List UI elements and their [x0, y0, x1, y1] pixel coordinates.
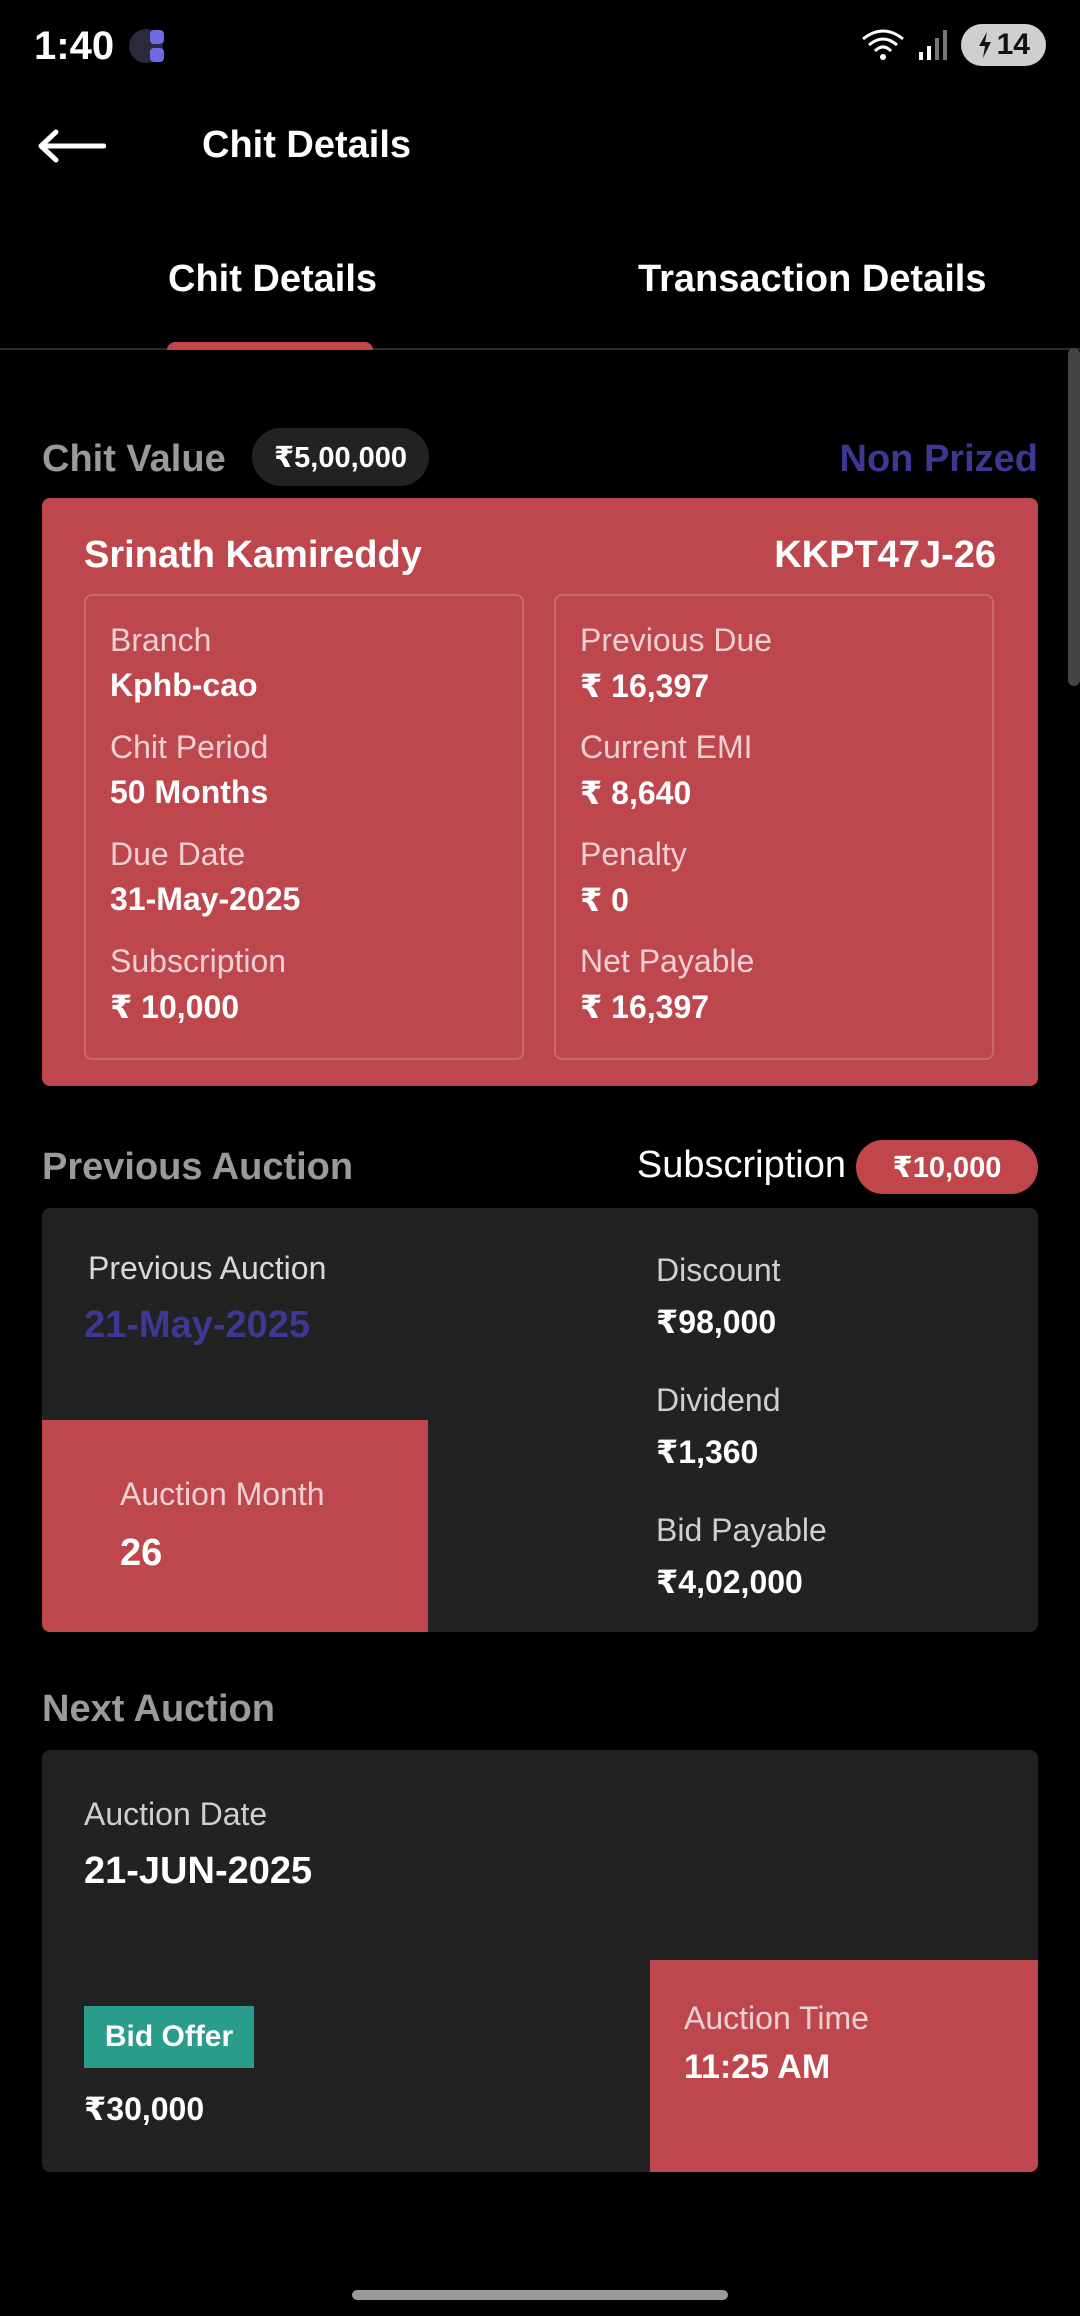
wifi-icon — [861, 29, 904, 60]
chit-info-box: Branch Kphb-cao Chit Period 50 Months Du… — [84, 594, 524, 1060]
previous-auction-date-label: Previous Auction — [88, 1250, 327, 1286]
auction-month-value: 26 — [120, 1532, 163, 1574]
chit-value-label: Chit Value — [42, 438, 226, 480]
page-title: Chit Details — [202, 124, 412, 166]
signal-icon — [918, 30, 947, 60]
bid-offer-badge[interactable]: Bid Offer — [84, 2006, 254, 2068]
auction-date-label: Auction Date — [84, 1796, 268, 1832]
auction-date: 21-JUN-2025 — [84, 1850, 313, 1892]
chit-value-badge: ₹5,00,000 — [252, 428, 430, 486]
field-label: Subscription — [110, 943, 287, 979]
field-value: ₹ 10,000 — [110, 989, 240, 1025]
field-label: Current EMI — [580, 729, 753, 765]
status-icons: 14 — [861, 24, 1046, 66]
field-label: Previous Due — [580, 622, 773, 658]
active-tab-indicator — [167, 342, 373, 350]
back-button[interactable] — [36, 118, 120, 174]
auction-month-block: Auction Month 26 — [42, 1420, 428, 1632]
auction-time-label: Auction Time — [684, 2000, 869, 2036]
tab-chit-details[interactable]: Chit Details — [168, 258, 377, 301]
subscription-field: Subscription ₹ 10,000 — [110, 943, 498, 1050]
branch-field: Branch Kphb-cao — [110, 622, 498, 729]
auction-amounts: Discount ₹98,000 Dividend ₹1,360 Bid Pay… — [656, 1252, 827, 1632]
field-label: Bid Payable — [656, 1512, 827, 1548]
net-payable-field: Net Payable ₹ 16,397 — [580, 943, 968, 1050]
due-date-field: Due Date 31-May-2025 — [110, 836, 498, 943]
app-bar: Chit Details — [0, 96, 1080, 196]
scrollbar[interactable] — [1068, 348, 1080, 686]
field-value: ₹ 16,397 — [580, 668, 710, 704]
tab-bar: Chit Details Transaction Details — [0, 230, 1080, 350]
field-label: Branch — [110, 622, 212, 658]
previous-auction-header: Previous Auction Subscription ₹10,000 — [42, 1140, 1038, 1200]
dividend-field: Dividend ₹1,360 — [656, 1382, 827, 1512]
chit-id: KKPT47J-26 — [774, 534, 996, 576]
app-notification-icon — [129, 29, 164, 63]
battery-indicator: 14 — [960, 24, 1046, 66]
field-label: Due Date — [110, 836, 246, 872]
charging-bolt-icon — [978, 32, 991, 58]
auction-time-block: Auction Time 11:25 AM — [650, 1960, 1038, 2172]
subscription-label: Subscription — [636, 1144, 846, 1186]
field-value: ₹1,360 — [656, 1434, 759, 1470]
field-value: 31-May-2025 — [110, 881, 301, 917]
tab-transaction-details[interactable]: Transaction Details — [638, 258, 986, 301]
field-label: Chit Period — [110, 729, 269, 765]
chit-period-field: Chit Period 50 Months — [110, 729, 498, 836]
field-label: Net Payable — [580, 943, 755, 979]
home-indicator[interactable] — [352, 2290, 728, 2300]
previous-auction-title: Previous Auction — [42, 1146, 354, 1188]
battery-level: 14 — [996, 28, 1030, 61]
discount-field: Discount ₹98,000 — [656, 1252, 827, 1382]
auction-month-label: Auction Month — [120, 1476, 325, 1512]
chit-value-header: Chit Value ₹5,00,000 Non Prized — [42, 428, 1038, 488]
field-value: ₹ 0 — [580, 882, 629, 918]
field-label: Penalty — [580, 836, 687, 872]
field-label: Discount — [656, 1252, 781, 1288]
status-bar: 1:40 14 — [0, 0, 1080, 96]
status-time: 1:40 — [34, 24, 115, 68]
field-label: Dividend — [656, 1382, 781, 1418]
field-value: Kphb-cao — [110, 667, 258, 703]
back-arrow-icon — [38, 129, 106, 163]
field-value: ₹ 8,640 — [580, 775, 692, 811]
subscription-badge: ₹10,000 — [856, 1140, 1038, 1194]
next-auction-title: Next Auction — [42, 1688, 275, 1730]
holder-name: Srinath Kamireddy — [84, 534, 422, 576]
payment-info-box: Previous Due ₹ 16,397 Current EMI ₹ 8,64… — [554, 594, 994, 1060]
field-value: ₹98,000 — [656, 1304, 777, 1340]
penalty-field: Penalty ₹ 0 — [580, 836, 968, 943]
auction-time-value: 11:25 AM — [684, 2048, 831, 2086]
chit-summary-card: Srinath Kamireddy KKPT47J-26 Branch Kphb… — [42, 498, 1038, 1086]
prize-status: Non Prized — [839, 438, 1038, 480]
previous-auction-date: 21-May-2025 — [84, 1304, 311, 1346]
bid-offer-value: ₹30,000 — [84, 2091, 205, 2127]
previous-due-field: Previous Due ₹ 16,397 — [580, 622, 968, 729]
current-emi-field: Current EMI ₹ 8,640 — [580, 729, 968, 836]
bid-payable-field: Bid Payable ₹4,02,000 — [656, 1512, 827, 1632]
field-value: ₹ 16,397 — [580, 989, 710, 1025]
field-value: ₹4,02,000 — [656, 1564, 803, 1600]
next-auction-card: Auction Date 21-JUN-2025 Bid Offer ₹30,0… — [42, 1750, 1038, 2172]
previous-auction-card: Previous Auction 21-May-2025 Auction Mon… — [42, 1208, 1038, 1632]
field-value: 50 Months — [110, 774, 269, 810]
